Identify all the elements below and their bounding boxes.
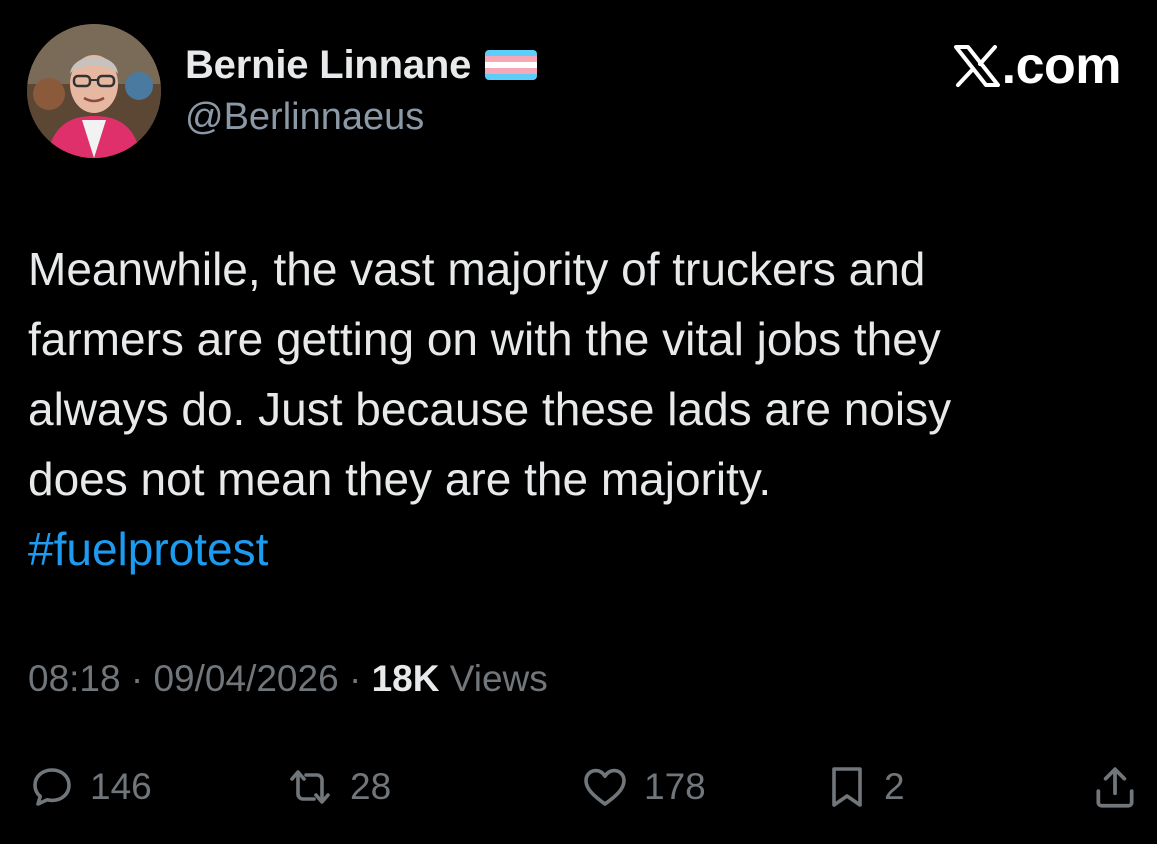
bookmark-icon <box>832 767 862 807</box>
meta-separator: · <box>120 658 154 699</box>
repost-icon <box>290 770 330 804</box>
bookmark-button[interactable]: 2 <box>824 752 905 822</box>
like-button[interactable]: 178 <box>580 752 706 822</box>
author-identity[interactable]: Bernie Linnane @Berlinnaeus <box>185 40 538 139</box>
transgender-flag-icon <box>485 50 538 80</box>
avatar[interactable] <box>27 24 161 158</box>
tweet-header: Bernie Linnane @Berlinnaeus .com <box>27 24 1122 158</box>
tweet-text-line: Meanwhile, the vast majority of truckers… <box>28 243 926 295</box>
share-button[interactable] <box>1090 752 1140 822</box>
hashtag-link[interactable]: #fuelprotest <box>28 514 1128 584</box>
user-handle[interactable]: @Berlinnaeus <box>185 96 537 139</box>
tweet-date[interactable]: 09/04/2026 <box>153 658 338 699</box>
repost-count: 28 <box>350 766 392 807</box>
repost-button[interactable]: 28 <box>284 752 391 822</box>
tweet-time[interactable]: 08:18 <box>28 658 121 699</box>
heart-icon <box>584 768 626 806</box>
brand-watermark: .com <box>953 36 1122 96</box>
tweet-text-line: does not mean they are the majority. <box>28 453 772 505</box>
x-logo-icon <box>953 45 1000 87</box>
reply-button[interactable]: 146 <box>28 752 152 822</box>
tweet-meta: 08:18 · 09/04/2026 · 18K Views <box>28 658 548 700</box>
brand-label: .com <box>1001 37 1122 95</box>
action-bar: 146 28 178 2 <box>28 752 1140 822</box>
tweet-text-line: farmers are getting on with the vital jo… <box>28 313 941 365</box>
bookmark-count: 2 <box>884 766 905 807</box>
like-count: 178 <box>644 766 706 807</box>
views-count: 18K <box>371 658 440 699</box>
reply-count: 146 <box>90 766 152 807</box>
tweet-body: Meanwhile, the vast majority of truckers… <box>28 234 1128 584</box>
tweet-text-line: always do. Just because these lads are n… <box>28 383 952 435</box>
display-name[interactable]: Bernie Linnane <box>185 43 471 88</box>
reply-icon <box>33 768 71 806</box>
views-label: Views <box>439 658 548 699</box>
share-icon <box>1096 767 1134 808</box>
meta-separator: · <box>338 658 372 699</box>
